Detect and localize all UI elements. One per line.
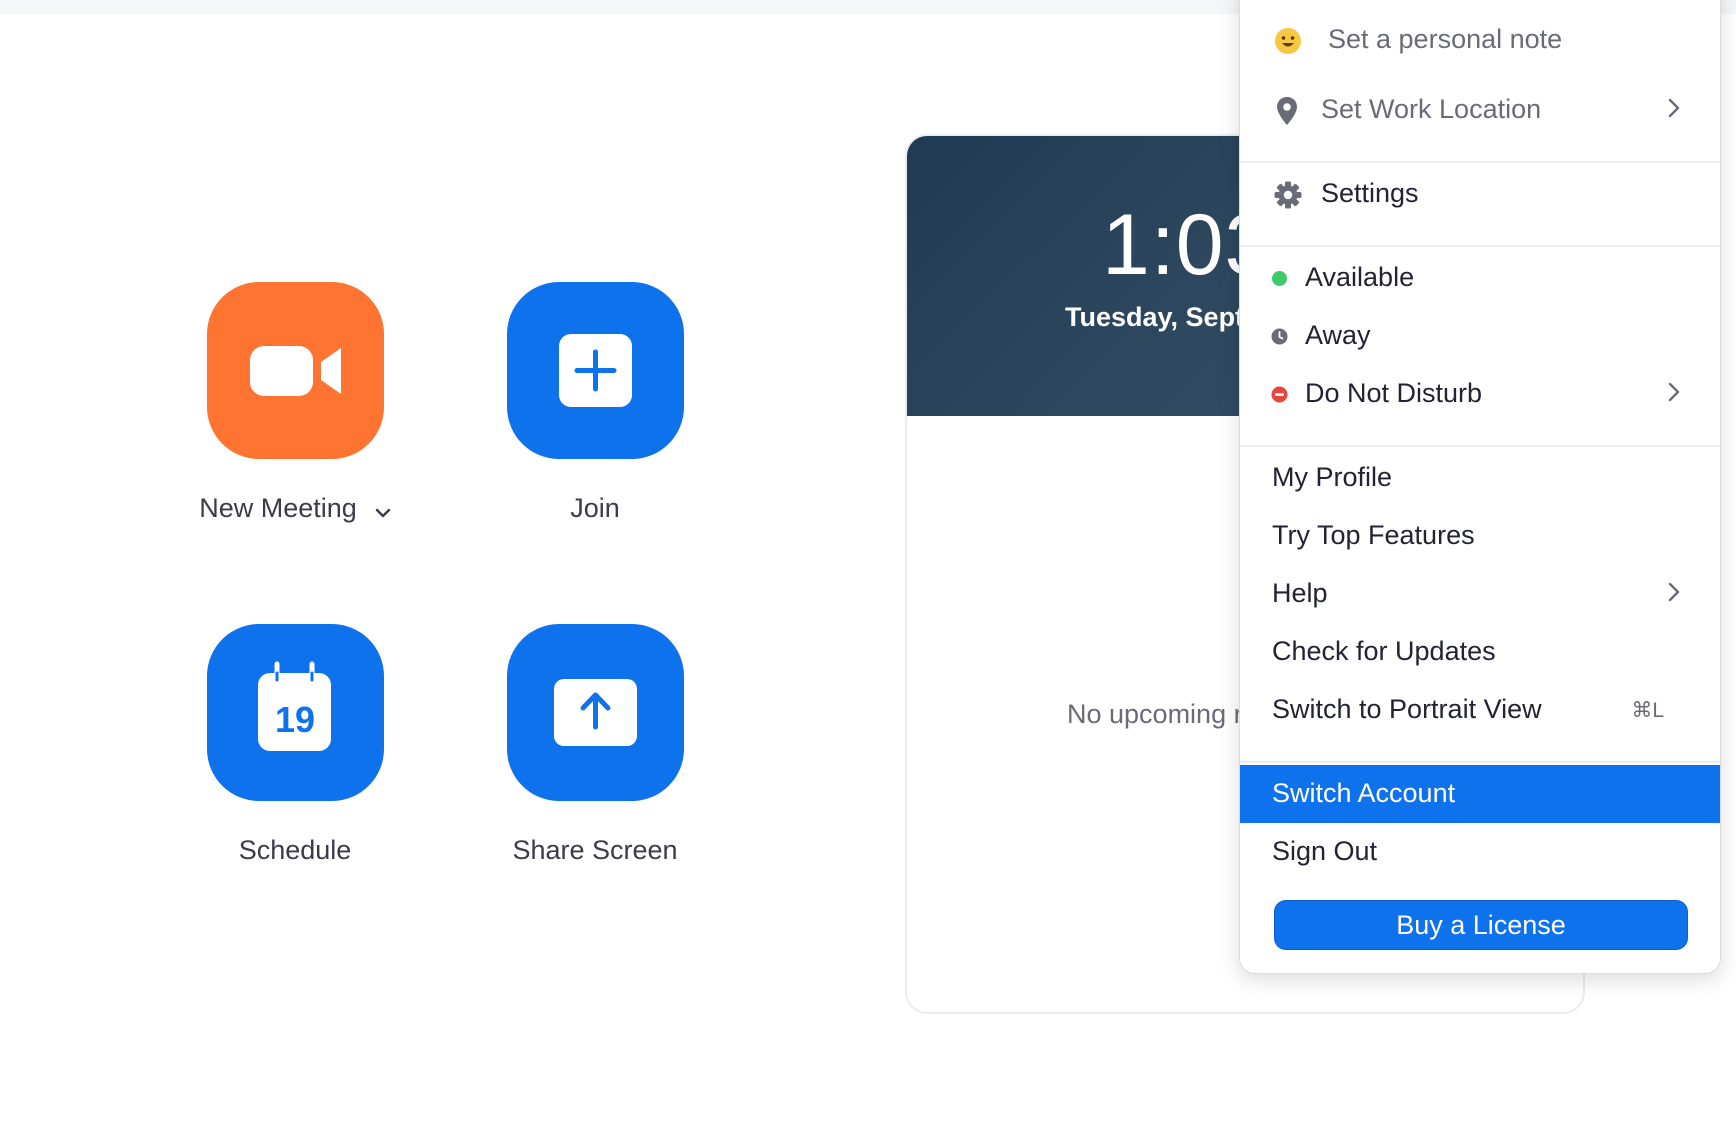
menu-divider xyxy=(1240,245,1720,247)
available-status-dot xyxy=(1272,271,1287,286)
profile-dropdown-menu: Set a personal note Set Work Location Se… xyxy=(1239,0,1721,974)
menu-item-label: Switch Account xyxy=(1272,778,1456,808)
share-screen-label: Share Screen xyxy=(512,835,678,865)
menu-item-settings[interactable]: Settings xyxy=(1240,165,1720,223)
menu-divider xyxy=(1240,161,1720,163)
clock-icon xyxy=(1271,328,1288,345)
chevron-right-icon xyxy=(1668,382,1680,402)
calendar-icon: 19 xyxy=(258,661,331,751)
join-button[interactable] xyxy=(507,282,684,459)
minus-circle-icon xyxy=(1271,386,1288,403)
menu-item-help[interactable]: Help xyxy=(1240,565,1720,623)
menu-item-label: Try Top Features xyxy=(1272,520,1475,550)
menu-item-label: Check for Updates xyxy=(1272,636,1496,666)
menu-item-label: Away xyxy=(1305,320,1371,350)
menu-item-switch-account[interactable]: Switch Account xyxy=(1240,765,1720,823)
menu-item-status-away[interactable]: Away xyxy=(1240,307,1720,365)
menu-item-label: Available xyxy=(1305,262,1415,292)
menu-item-label: Sign Out xyxy=(1272,836,1378,866)
menu-item-personal-note[interactable]: Set a personal note xyxy=(1240,11,1720,69)
buy-license-button[interactable]: Buy a License xyxy=(1274,900,1688,950)
chevron-right-icon xyxy=(1668,98,1680,118)
gear-icon xyxy=(1274,181,1302,209)
upload-arrow-icon xyxy=(554,679,637,746)
menu-item-status-dnd[interactable]: Do Not Disturb xyxy=(1240,365,1720,423)
menu-item-label: Switch to Portrait View xyxy=(1272,694,1542,724)
menu-divider xyxy=(1240,445,1720,447)
new-meeting-button[interactable] xyxy=(207,282,384,459)
menu-item-my-profile[interactable]: My Profile xyxy=(1240,449,1720,507)
menu-item-try-top-features[interactable]: Try Top Features xyxy=(1240,507,1720,565)
menu-item-label: Settings xyxy=(1321,178,1419,208)
keyboard-shortcut: ⌘L xyxy=(1631,699,1664,722)
location-pin-icon xyxy=(1277,97,1297,125)
clock-date: Tuesday, Septe xyxy=(1065,302,1260,332)
menu-divider xyxy=(1240,761,1720,763)
new-meeting-label[interactable]: New Meeting xyxy=(135,493,455,525)
schedule-label: Schedule xyxy=(238,835,352,865)
menu-item-label: Help xyxy=(1272,578,1328,608)
chevron-down-icon[interactable] xyxy=(375,494,391,525)
menu-item-work-location[interactable]: Set Work Location xyxy=(1240,81,1720,139)
menu-item-label: Set a personal note xyxy=(1328,24,1563,54)
schedule-button[interactable]: 19 xyxy=(207,624,384,801)
join-label: Join xyxy=(570,493,620,523)
menu-item-label: Do Not Disturb xyxy=(1305,378,1483,408)
menu-item-label: My Profile xyxy=(1272,462,1393,492)
plus-icon xyxy=(559,334,632,407)
zoom-home-window: New Meeting Join 19 Schedule Share Scree… xyxy=(0,0,1736,1122)
video-camera-icon xyxy=(250,346,341,396)
menu-item-sign-out[interactable]: Sign Out xyxy=(1240,823,1720,881)
calendar-day-number: 19 xyxy=(275,699,315,740)
chevron-right-icon xyxy=(1668,582,1680,602)
menu-item-label: Set Work Location xyxy=(1321,94,1542,124)
no-upcoming-meetings-text: No upcoming r xyxy=(1067,699,1243,729)
smiley-emoji-icon xyxy=(1275,28,1301,54)
share-screen-button[interactable] xyxy=(507,624,684,801)
menu-item-portrait-view[interactable]: Switch to Portrait View ⌘L xyxy=(1240,681,1720,739)
new-meeting-text: New Meeting xyxy=(199,493,357,523)
menu-item-check-updates[interactable]: Check for Updates xyxy=(1240,623,1720,681)
menu-item-status-available[interactable]: Available xyxy=(1240,249,1720,307)
